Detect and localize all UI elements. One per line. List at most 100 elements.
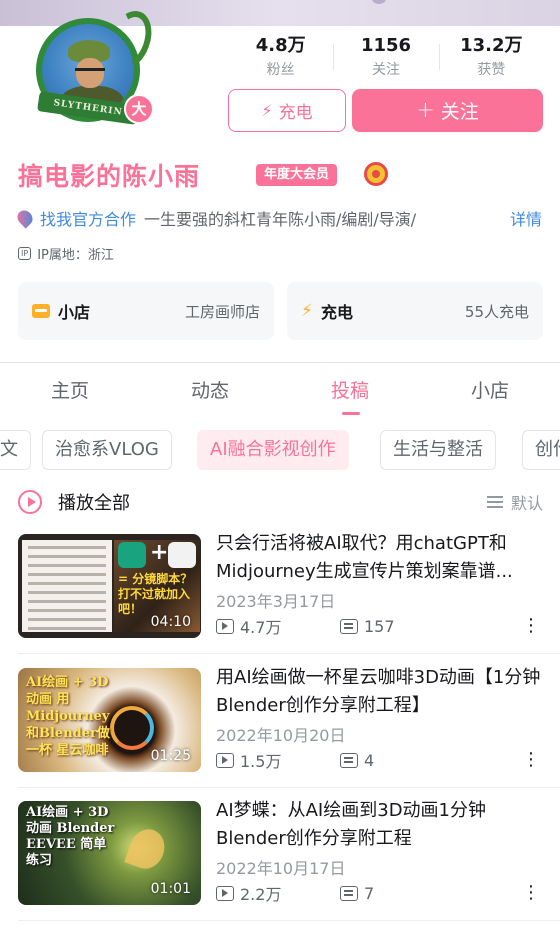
charge-card-title: 充电 xyxy=(320,303,353,322)
stat-value: 1156 xyxy=(360,35,412,56)
tab-home[interactable]: 主页 xyxy=(0,368,140,416)
play-count-icon xyxy=(216,752,234,768)
stat-following[interactable]: 1156 关注 xyxy=(333,34,438,82)
stat-label: 关注 xyxy=(371,62,400,78)
ip-location: IP属地：浙江 xyxy=(37,248,114,263)
video-thumbnail[interactable]: + = 分镜脚本？打不过就加入吧！ 04:10 xyxy=(18,534,201,638)
avatar[interactable]: SLYTHERIN 大 xyxy=(26,4,166,128)
video-title[interactable]: 用AI绘画做一杯星云咖啡3D动画【1分钟Blender创作分享附工程】 xyxy=(216,664,548,720)
view-count: 2.2万 xyxy=(240,885,282,904)
active-tab-indicator xyxy=(342,412,360,415)
annual-vip-badge[interactable]: 年度大会员 xyxy=(256,164,338,186)
ip-icon: IP xyxy=(18,247,32,260)
tab-uploads-label: 投稿 xyxy=(330,380,369,402)
tab-shop[interactable]: 小店 xyxy=(420,368,560,416)
charge-card[interactable]: ⚡ 充电 55人充电 xyxy=(287,282,543,340)
video-item[interactable]: AI绘画 + 3D动画 用Midjourney和Blender做一杯 星云咖啡 … xyxy=(18,667,548,772)
lightning-icon: ⚡ xyxy=(301,301,313,321)
view-count: 4.7万 xyxy=(240,618,282,637)
list-divider xyxy=(18,920,560,921)
play-count-icon xyxy=(216,618,234,634)
tab-uploads[interactable]: 投稿 xyxy=(280,368,420,416)
butterfly-graphic xyxy=(124,824,170,874)
play-all-row: 播放全部 默认 xyxy=(18,488,543,516)
shop-card-subtitle: 工房画师店 xyxy=(184,302,260,321)
video-thumbnail[interactable]: AI绘画 + 3D动画 用Midjourney和Blender做一杯 星云咖啡 … xyxy=(18,668,201,772)
list-divider xyxy=(18,653,560,654)
chip-healing-vlog[interactable]: 治愈系VLOG xyxy=(42,430,172,470)
view-count: 1.5万 xyxy=(240,752,282,771)
bio-row: 找我官方合作 一生要强的斜杠青年陈小雨/编剧/导演/ 详情 xyxy=(14,205,548,231)
danmaku-count: 7 xyxy=(364,883,375,903)
lightning-icon: ⚡ xyxy=(261,101,273,120)
shop-icon xyxy=(32,304,50,318)
danmaku-icon xyxy=(340,885,358,901)
video-item[interactable]: + = 分镜脚本？打不过就加入吧！ 04:10 只会行活将被AI取代？用chat… xyxy=(18,533,548,638)
shop-card-title: 小店 xyxy=(58,303,91,322)
stats-row: 4.8万 粉丝 1156 关注 13.2万 获赞 xyxy=(228,34,544,82)
video-date: 2022年10月20日 xyxy=(216,726,346,745)
follow-button-label: 关注 xyxy=(440,101,479,123)
video-title[interactable]: AI梦蝶：从AI绘画到3D动画1分钟Blender创作分享附工程 xyxy=(216,797,548,853)
sort-button[interactable]: 默认 xyxy=(486,490,543,514)
more-options-icon[interactable]: ⋮ xyxy=(522,882,540,904)
thumbnail-caption: = 分镜脚本？打不过就加入吧！ xyxy=(118,572,193,616)
chip-ai-film[interactable]: AI融合影视创作 xyxy=(197,430,349,470)
ip-location-row: IP IP属地：浙江 xyxy=(18,244,114,263)
more-options-icon[interactable]: ⋮ xyxy=(522,615,540,637)
thumbnail-caption: AI绘画 + 3D动画 Blender EEVEE 简单练习 xyxy=(26,805,115,868)
official-cooperation-link[interactable]: 找我官方合作 xyxy=(40,206,136,230)
video-duration: 04:10 xyxy=(150,614,191,630)
video-item[interactable]: AI绘画 + 3D动画 Blender EEVEE 简单练习 01:01 AI梦… xyxy=(18,800,548,905)
category-chips: 文 治愈系VLOG AI融合影视创作 生活与整活 创作 xyxy=(0,430,560,470)
play-count-icon xyxy=(216,885,234,901)
sort-label: 默认 xyxy=(510,494,543,513)
medal-icon[interactable] xyxy=(364,162,388,186)
play-all-icon[interactable] xyxy=(18,490,42,514)
video-date: 2023年3月17日 xyxy=(216,592,336,611)
video-title[interactable]: 只会行活将被AI取代？用chatGPT和Midjourney生成宣传片策划案靠谱… xyxy=(216,530,548,586)
profile-tabs: 主页 动态 投稿 小店 xyxy=(0,368,560,416)
follow-button[interactable]: + 关注 xyxy=(352,89,543,132)
coffee-swirl-graphic xyxy=(110,706,154,750)
list-divider xyxy=(18,787,560,788)
tab-dynamics[interactable]: 动态 xyxy=(140,368,280,416)
stat-value: 13.2万 xyxy=(460,35,523,56)
shop-card[interactable]: 小店 工房画师店 xyxy=(18,282,274,340)
more-options-icon[interactable]: ⋮ xyxy=(522,749,540,771)
banner-decoration xyxy=(372,0,386,4)
thumbnail-caption: AI绘画 + 3D动画 用Midjourney和Blender做一杯 星云咖啡 xyxy=(26,675,110,758)
danmaku-count: 4 xyxy=(364,750,375,770)
bio-detail-link[interactable]: 详情 xyxy=(510,206,542,230)
chip-life[interactable]: 生活与整活 xyxy=(380,430,496,470)
play-all-label[interactable]: 播放全部 xyxy=(58,489,130,515)
username: 搞电影的陈小雨 xyxy=(18,162,201,191)
charge-card-subtitle: 55人充电 xyxy=(464,302,529,321)
danmaku-count: 157 xyxy=(364,616,395,636)
charge-button-label: 充电 xyxy=(278,103,313,123)
charge-button[interactable]: ⚡ 充电 xyxy=(228,89,346,132)
midjourney-logo-icon xyxy=(168,542,196,568)
danmaku-icon xyxy=(340,752,358,768)
chip-partial-right[interactable]: 创作 xyxy=(522,430,560,470)
video-meta: 4.7万 157 ⋮ xyxy=(216,615,548,637)
video-meta: 2.2万 7 ⋮ xyxy=(216,882,548,904)
stat-followers[interactable]: 4.8万 粉丝 xyxy=(228,34,333,82)
sort-icon xyxy=(486,496,503,508)
chip-partial-left[interactable]: 文 xyxy=(0,430,31,470)
stat-label: 粉丝 xyxy=(266,62,295,78)
section-divider xyxy=(0,362,560,363)
bio-text: 一生要强的斜杠青年陈小雨/编剧/导演/ xyxy=(144,210,417,229)
video-duration: 01:01 xyxy=(150,881,191,897)
plus-icon: + xyxy=(416,98,435,123)
video-date: 2022年10月17日 xyxy=(216,859,346,878)
stat-likes[interactable]: 13.2万 获赞 xyxy=(438,34,544,82)
danmaku-icon xyxy=(340,618,358,634)
video-duration: 01:25 xyxy=(150,748,191,764)
official-cooperation-icon xyxy=(14,207,36,229)
chatgpt-logo-icon xyxy=(118,542,146,568)
stat-value: 4.8万 xyxy=(255,35,306,56)
video-thumbnail[interactable]: AI绘画 + 3D动画 Blender EEVEE 简单练习 01:01 xyxy=(18,801,201,905)
vip-badge: 大 xyxy=(124,94,154,124)
stat-label: 获赞 xyxy=(477,62,506,78)
